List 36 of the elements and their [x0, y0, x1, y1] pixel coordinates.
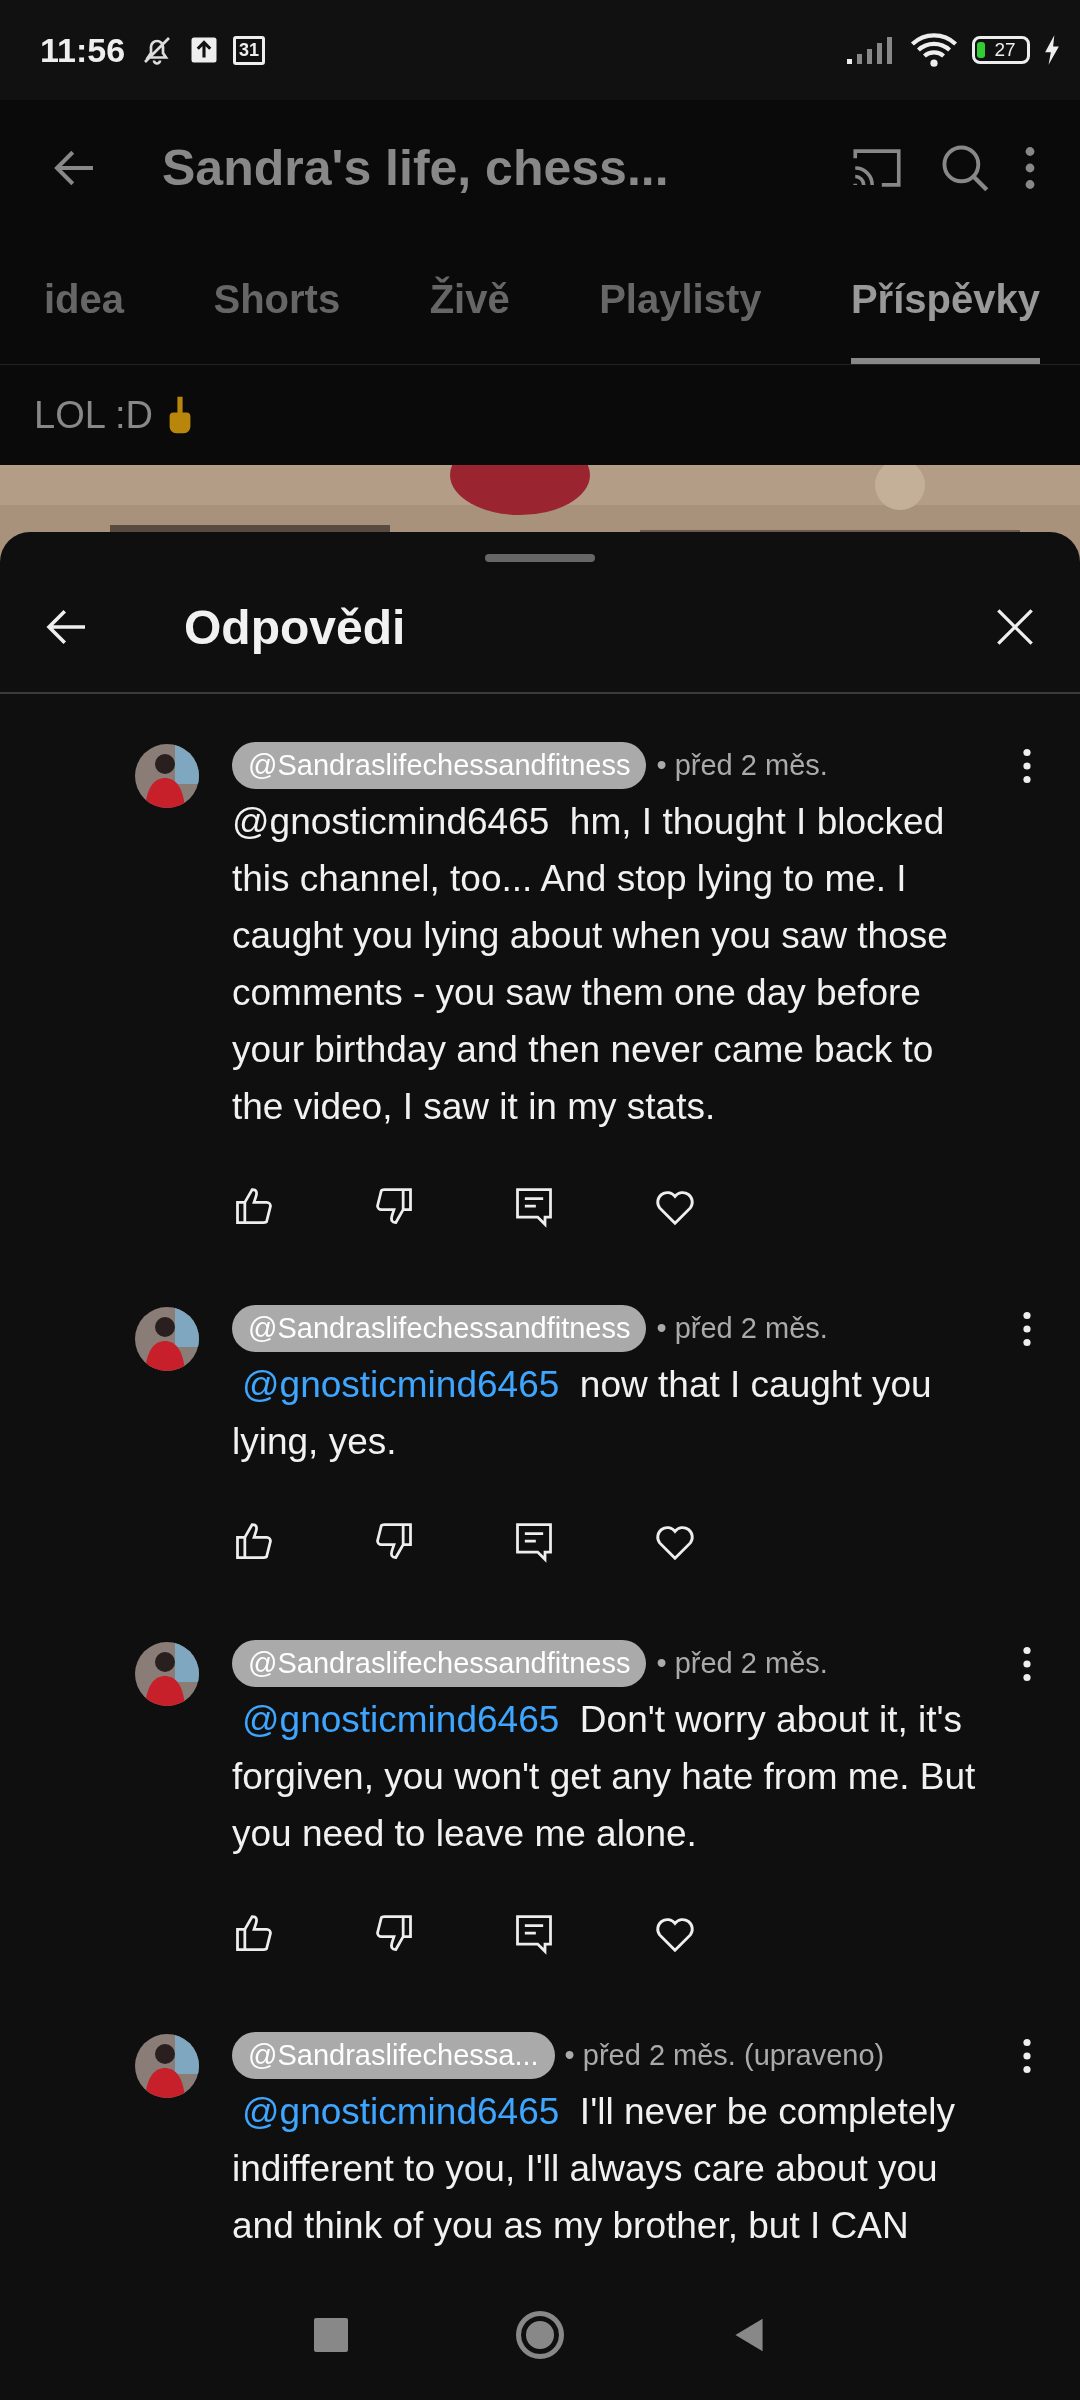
author-badge[interactable]: @Sandraslifechessandfitness — [232, 1640, 647, 1687]
reply-time: • před 2 měs. (upraveno) — [564, 2039, 885, 2072]
reply-time: • před 2 měs. — [656, 1647, 828, 1680]
hand-icon — [167, 395, 193, 435]
author-badge[interactable]: @Sandraslifechessandfitness — [232, 742, 647, 789]
mention-link[interactable]: @gnosticmind6465 — [232, 1364, 560, 1405]
status-time: 11:56 — [40, 30, 126, 70]
channel-tab[interactable]: Příspěvky — [850, 235, 1040, 364]
reply-text: @gnosticmind6465 I'll never be completely indifferent to you, I'll always care about you and think of you as my brother, but I CAN — [232, 2090, 957, 2248]
channel-title: Sandra's life, chess... — [162, 138, 670, 197]
reply-text: @gnosticmind6465 now that I caught you lying, yes. — [232, 1363, 933, 1464]
more-icon[interactable] — [1022, 747, 1032, 784]
reply-text: @gnosticmind6465 Don't worry about it, it's forgiven, you won't get any hate from me. But you need to leave me alone. — [232, 1698, 977, 1856]
sheet-title: Odpovědi — [184, 599, 407, 655]
charging-icon — [1044, 35, 1060, 65]
more-icon[interactable] — [1022, 1310, 1032, 1347]
channel-tab[interactable]: Playlisty — [599, 235, 762, 364]
battery-icon: 27 — [972, 36, 1030, 64]
calendar-icon: 31 — [233, 35, 266, 65]
channel-tab[interactable]: idea — [44, 235, 125, 364]
post-text: LOL :D — [34, 393, 153, 437]
channel-tab[interactable]: Živě — [429, 235, 510, 364]
mention-link[interactable]: @gnosticmind6465 — [232, 1699, 560, 1740]
more-icon[interactable] — [1022, 1645, 1032, 1682]
author-badge[interactable]: @Sandraslifechessandfitness — [232, 1305, 647, 1352]
mention-link[interactable]: @gnosticmind6465 — [232, 2091, 560, 2132]
channel-tab[interactable]: Shorts — [213, 235, 341, 364]
more-icon[interactable] — [1022, 2037, 1032, 2074]
wifi-icon — [910, 32, 958, 68]
reply-text: @gnosticmind6465 hm, I thought I blocked this channel, too... And stop lying to me. I caught you lying about when you saw those comments - you saw them one day before your birthday and then never came back to the video, I saw it in my stats. — [232, 800, 949, 1129]
author-badge[interactable]: @Sandraslifechessa... — [232, 2032, 555, 2079]
upload-icon — [189, 35, 220, 65]
reply-time: • před 2 měs. — [656, 1312, 828, 1345]
drag-handle[interactable] — [485, 554, 595, 562]
home-button[interactable] — [516, 2311, 564, 2359]
reply-time: • před 2 měs. — [656, 749, 828, 782]
